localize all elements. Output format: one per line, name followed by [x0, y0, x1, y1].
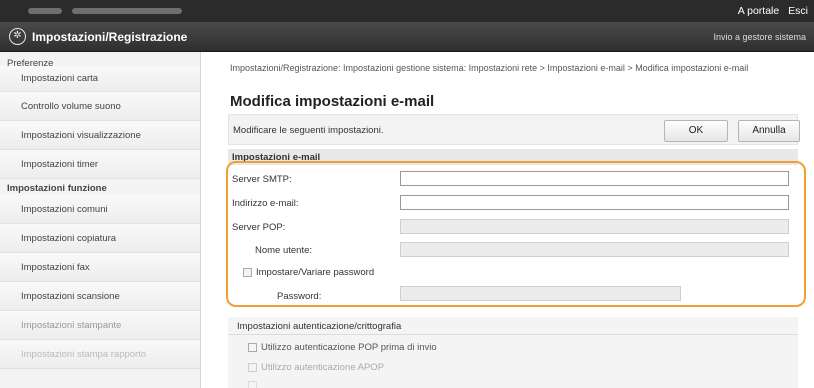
- highlight-frame: [226, 161, 806, 307]
- apop-checkbox[interactable]: [248, 363, 257, 372]
- top-links: A portale Esci: [732, 5, 808, 17]
- pop-before-send-label: Utilizzo autenticazione POP prima di inv…: [261, 342, 437, 353]
- settings-icon: ✲: [9, 28, 26, 45]
- send-to-admin-link[interactable]: Invio a gestore sistema: [713, 32, 806, 42]
- blurred-text: [72, 8, 182, 14]
- exit-link[interactable]: Esci: [788, 5, 808, 17]
- auth-settings-section: Impostazioni autenticazione/crittografia…: [228, 317, 798, 388]
- sidebar-item-volume[interactable]: Controllo volume suono: [0, 92, 200, 121]
- action-bar: Modificare le seguenti impostazioni. OK …: [228, 114, 800, 145]
- portal-link[interactable]: A portale: [738, 5, 779, 17]
- sidebar-section-preferences: Preferenze: [7, 58, 54, 69]
- auth-settings-header: Impostazioni autenticazione/crittografia: [237, 321, 402, 332]
- top-bar: A portale Esci: [0, 0, 814, 22]
- ok-button[interactable]: OK: [664, 120, 728, 142]
- pop-before-send-checkbox[interactable]: [248, 343, 257, 352]
- breadcrumb: Impostazioni/Registrazione: Impostazioni…: [230, 63, 749, 73]
- sidebar-item-copy[interactable]: Impostazioni copiatura: [0, 224, 200, 253]
- blurred-text: [28, 8, 62, 14]
- sidebar: Preferenze Impostazioni carta Controllo …: [0, 52, 201, 388]
- main-panel: Impostazioni/Registrazione: Impostazioni…: [201, 52, 814, 388]
- sidebar-section-functions: Impostazioni funzione: [7, 183, 107, 194]
- apop-label: Utilizzo autenticazione APOP: [261, 362, 385, 373]
- sidebar-item-common[interactable]: Impostazioni comuni: [0, 195, 200, 224]
- sidebar-item-paper[interactable]: Impostazioni carta: [0, 66, 200, 92]
- sidebar-item-display[interactable]: Impostazioni visualizzazione: [0, 121, 200, 150]
- app-title: Impostazioni/Registrazione: [32, 30, 188, 44]
- smtp-auth-checkbox[interactable]: [248, 381, 257, 388]
- divider: [228, 334, 798, 335]
- cancel-button[interactable]: Annulla: [738, 120, 800, 142]
- sidebar-item-printer[interactable]: Impostazioni stampante: [0, 311, 200, 340]
- description-text: Modificare le seguenti impostazioni.: [233, 125, 384, 136]
- sidebar-item-timer[interactable]: Impostazioni timer: [0, 150, 200, 179]
- sidebar-item-fax[interactable]: Impostazioni fax: [0, 253, 200, 282]
- page-title: Modifica impostazioni e-mail: [230, 93, 435, 110]
- title-bar: ✲ Impostazioni/Registrazione Invio a ges…: [0, 22, 814, 52]
- sidebar-item-scan[interactable]: Impostazioni scansione: [0, 282, 200, 311]
- sidebar-item-report[interactable]: Impostazioni stampa rapporto: [0, 340, 200, 369]
